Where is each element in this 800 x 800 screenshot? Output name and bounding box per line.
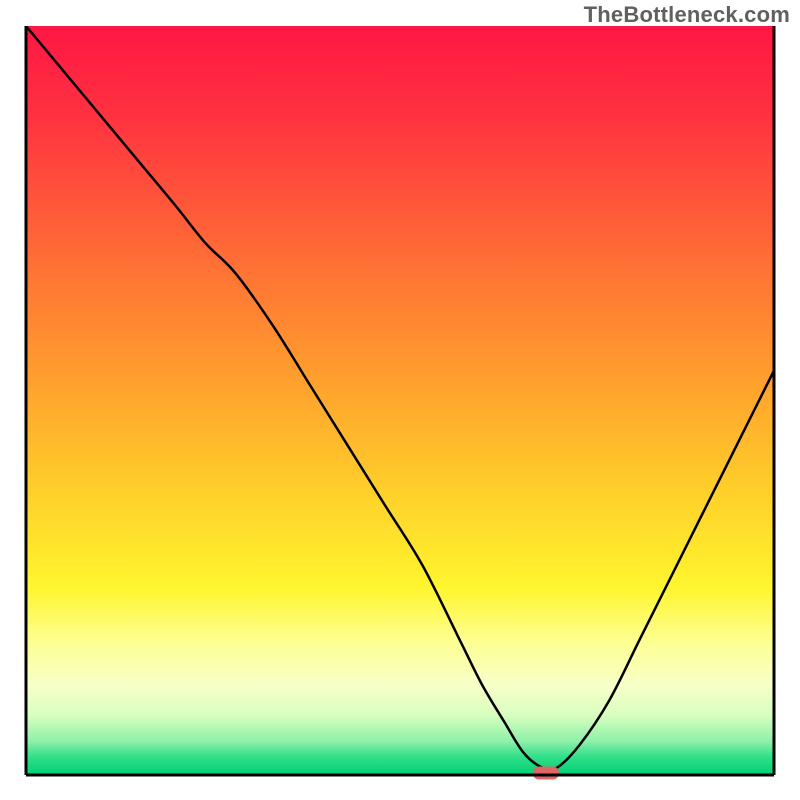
plot-background [26,26,774,775]
watermark-text: TheBottleneck.com [584,2,790,28]
chart-stage: { "watermark": "TheBottleneck.com", "cha… [0,0,800,800]
current-point-marker [533,767,559,780]
chart-svg [0,0,800,800]
